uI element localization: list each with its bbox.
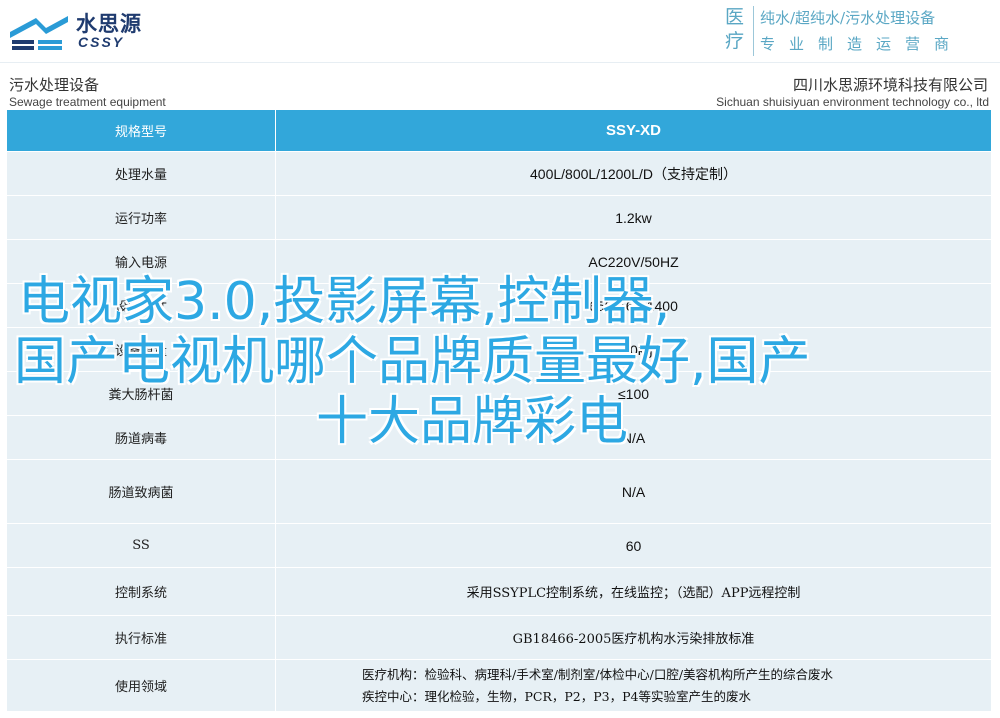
- table-row: 肠道病毒 N/A: [7, 415, 992, 460]
- table-row: 控制系统 采用SSYPLC控制系统，在线监控；（选配）APP远程控制: [7, 567, 992, 616]
- row-value: 350kg: [275, 327, 992, 372]
- row-label: 运行功率: [7, 195, 276, 240]
- row-value: ≤100: [275, 371, 992, 416]
- row-value: N/A: [275, 415, 992, 460]
- water-drop-logo-icon: [10, 16, 68, 50]
- row-value: GB18466-2005医疗机构水污染排放标准: [275, 615, 992, 660]
- company-name-cn: 四川水思源环境科技有限公司: [792, 76, 988, 94]
- table-row: 设备重量 350kg: [7, 327, 992, 372]
- table-row: 执行标准 GB18466-2005医疗机构水污染排放标准: [7, 615, 992, 660]
- table-row: 设备尺寸 650*560*1400: [7, 283, 992, 328]
- table-row: 处理水量 400L/800L/1200L/D（支持定制）: [7, 151, 992, 196]
- table-row: 肠道致病菌 N/A: [7, 459, 992, 524]
- row-label: 肠道病毒: [7, 415, 276, 460]
- row-value: 60: [275, 523, 992, 568]
- slogan-line-1: 纯水/超纯水/污水处理设备: [760, 9, 936, 27]
- slogan-line-2: 专业制造运营商: [760, 35, 964, 53]
- row-label: 处理水量: [7, 151, 276, 196]
- row-label: 肠道致病菌: [7, 459, 276, 524]
- table-row: 使用领域 医疗机构：检验科、病理科/手术室/制剂室/体检中心/口腔/美容机构所产…: [7, 659, 992, 712]
- row-value: 1.2kw: [275, 195, 992, 240]
- table-row: 运行功率 1.2kw: [7, 195, 992, 240]
- usage-line-1: 医疗机构：检验科、病理科/手术室/制剂室/体检中心/口腔/美容机构所产生的综合废…: [362, 666, 834, 682]
- table-header-row: 规格型号 SSY-XD: [7, 110, 992, 152]
- medical-badge: 医 疗: [725, 6, 754, 56]
- logo-name-en: CSSY: [78, 34, 125, 50]
- row-label: 控制系统: [7, 567, 276, 616]
- product-category-cn: 污水处理设备: [9, 76, 100, 94]
- table-row: 输入电源 AC220V/50HZ: [7, 239, 992, 284]
- row-label: 设备尺寸: [7, 283, 276, 328]
- header-value: SSY-XD: [275, 110, 992, 152]
- row-label: 输入电源: [7, 239, 276, 284]
- row-label: 使用领域: [7, 659, 276, 712]
- badge-char-bottom: 疗: [725, 30, 745, 52]
- company-name-en: Sichuan shuisiyuan environment technolog…: [716, 95, 989, 109]
- header-label: 规格型号: [7, 110, 276, 152]
- row-value: AC220V/50HZ: [275, 239, 992, 284]
- table-row: SS 60: [7, 523, 992, 568]
- row-value: N/A: [275, 459, 992, 524]
- row-label: 执行标准: [7, 615, 276, 660]
- spec-table: 规格型号 SSY-XD 处理水量 400L/800L/1200L/D（支持定制）…: [7, 110, 992, 712]
- usage-line-2: 疾控中心：理化检验，生物，PCR，P2，P3，P4等实验室产生的废水: [362, 688, 751, 704]
- title-band: 污水处理设备 Sewage treatment equipment 四川水思源环…: [0, 62, 1000, 111]
- row-label: 设备重量: [7, 327, 276, 372]
- row-label: SS: [7, 523, 276, 568]
- table-row: 粪大肠杆菌 ≤100: [7, 371, 992, 416]
- row-value: 400L/800L/1200L/D（支持定制）: [275, 151, 992, 196]
- row-value: 采用SSYPLC控制系统，在线监控；（选配）APP远程控制: [275, 567, 992, 616]
- row-label: 粪大肠杆菌: [7, 371, 276, 416]
- row-value: 650*560*1400: [275, 283, 992, 328]
- row-value-multiline: 医疗机构：检验科、病理科/手术室/制剂室/体检中心/口腔/美容机构所产生的综合废…: [275, 659, 992, 712]
- badge-char-top: 医: [725, 6, 745, 28]
- product-category-en: Sewage treatment equipment: [9, 95, 166, 109]
- site-header: 水思源 CSSY 医 疗 纯水/超纯水/污水处理设备 专业制造运营商: [0, 0, 1000, 62]
